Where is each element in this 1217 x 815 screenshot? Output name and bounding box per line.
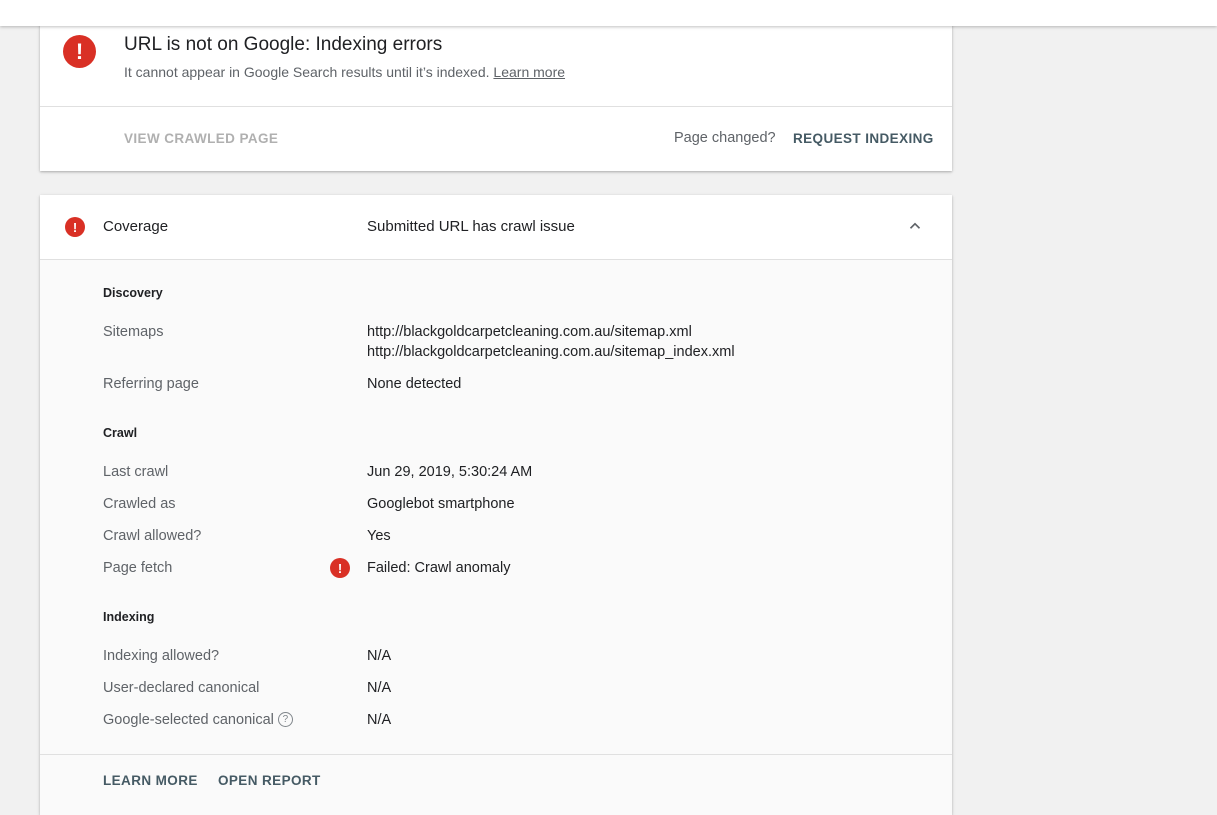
crawled-as-label: Crawled as — [103, 496, 176, 512]
crawl-allowed-value: Yes — [367, 528, 391, 544]
request-indexing-button[interactable]: REQUEST INDEXING — [793, 131, 934, 146]
url-status-card: ! URL is not on Google: Indexing errors … — [40, 24, 952, 171]
referring-page-label: Referring page — [103, 376, 199, 392]
crawled-as-value: Googlebot smartphone — [367, 496, 515, 512]
error-exclamation-icon: ! — [65, 217, 85, 237]
card-divider — [40, 106, 952, 107]
google-canonical-value: N/A — [367, 712, 392, 728]
indexing-allowed-value: N/A — [367, 648, 392, 664]
referring-page-value: None detected — [367, 376, 462, 392]
error-exclamation-icon: ! — [63, 35, 96, 68]
last-crawl-value: Jun 29, 2019, 5:30:24 AM — [367, 464, 533, 480]
user-canonical-label: User-declared canonical — [103, 680, 260, 696]
indexing-allowed-label: Indexing allowed? — [103, 648, 220, 664]
sitemaps-list: http://blackgoldcarpetcleaning.com.au/si… — [367, 322, 735, 362]
sitemap-url: http://blackgoldcarpetcleaning.com.au/si… — [367, 324, 692, 340]
top-app-bar — [0, 0, 1217, 26]
sitemaps-label: Sitemaps — [103, 324, 164, 340]
crawl-allowed-label: Crawl allowed? — [103, 528, 202, 544]
card-divider — [40, 754, 952, 755]
user-canonical-value: N/A — [367, 680, 392, 696]
status-title: URL is not on Google: Indexing errors — [124, 34, 443, 55]
chevron-up-icon[interactable] — [906, 217, 924, 235]
last-crawl-label: Last crawl — [103, 464, 169, 480]
view-crawled-page-button[interactable]: VIEW CRAWLED PAGE — [124, 131, 278, 146]
status-subtitle-text: It cannot appear in Google Search result… — [124, 64, 490, 80]
crawl-heading: Crawl — [103, 426, 138, 440]
coverage-label: Coverage — [103, 218, 169, 235]
status-subtitle: It cannot appear in Google Search result… — [124, 64, 565, 80]
page-changed-label: Page changed? — [674, 130, 776, 146]
page-fetch-value: Failed: Crawl anomaly — [367, 560, 511, 576]
help-icon[interactable]: ? — [277, 711, 293, 727]
coverage-card: ! Coverage Submitted URL has crawl issue… — [40, 195, 952, 815]
discovery-heading: Discovery — [103, 286, 163, 300]
coverage-header[interactable]: ! Coverage Submitted URL has crawl issue — [40, 195, 952, 260]
learn-more-button[interactable]: LEARN MORE — [103, 773, 198, 788]
indexing-heading: Indexing — [103, 610, 155, 624]
page-fetch-label: Page fetch — [103, 560, 173, 576]
learn-more-link[interactable]: Learn more — [493, 64, 565, 80]
google-canonical-label: Google-selected canonical? — [103, 711, 293, 728]
open-report-button[interactable]: OPEN REPORT — [218, 773, 321, 788]
coverage-value: Submitted URL has crawl issue — [367, 218, 575, 235]
sitemap-url: http://blackgoldcarpetcleaning.com.au/si… — [367, 344, 735, 360]
google-canonical-label-text: Google-selected canonical — [103, 712, 274, 728]
error-exclamation-icon: ! — [330, 558, 350, 578]
